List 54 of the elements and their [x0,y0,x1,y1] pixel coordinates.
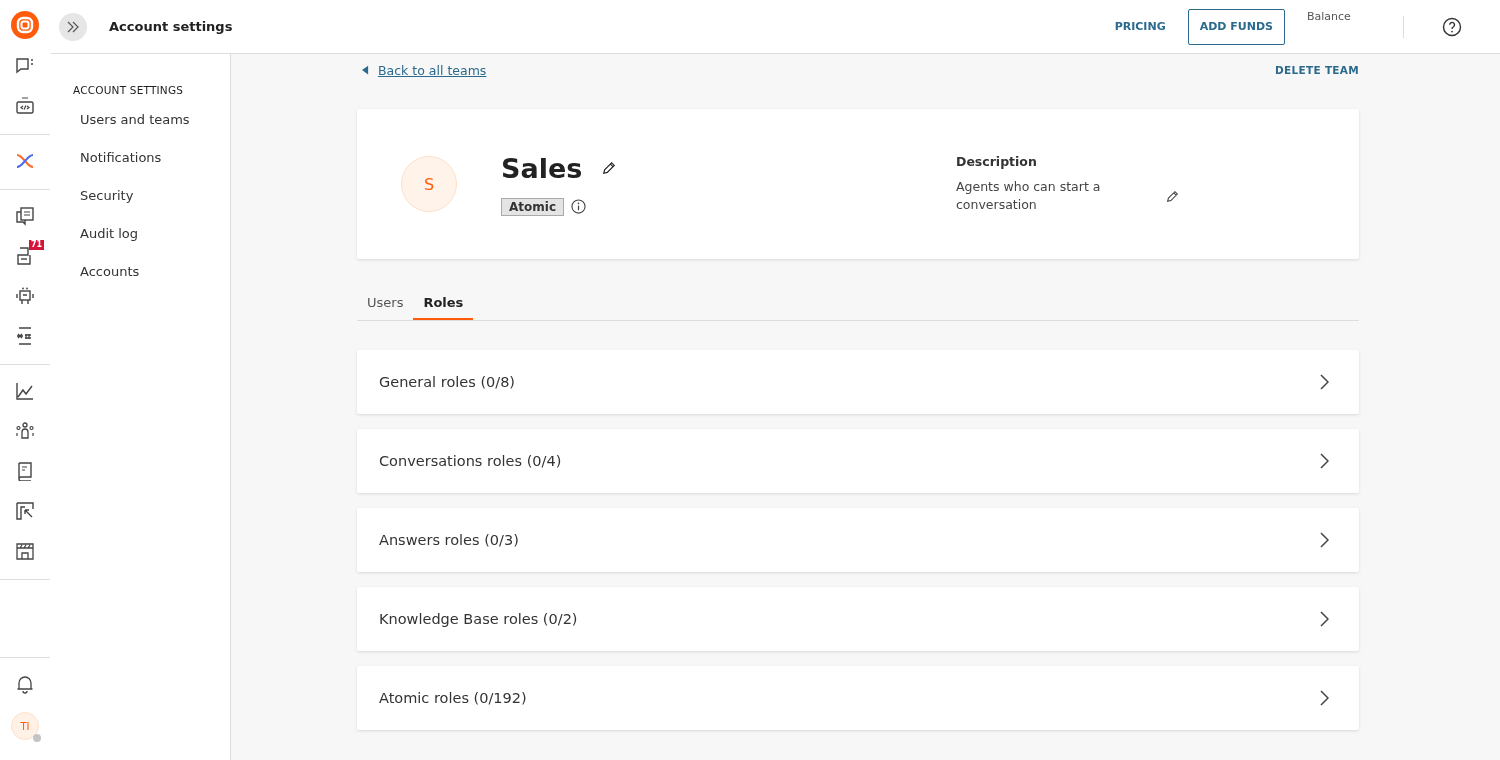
role-group-label: Conversations roles (0/4) [379,453,562,469]
logo-icon[interactable] [10,10,40,40]
chevron-right-icon [1319,374,1329,390]
chart-icon[interactable] [15,381,35,401]
people-icon[interactable] [15,421,35,441]
description-label: Description [956,154,1038,169]
tab[interactable]: Users [357,287,414,320]
crossed-curves-icon[interactable] [15,151,35,171]
chat-icon[interactable] [15,56,35,76]
pricing-link[interactable]: PRICING [1114,20,1166,33]
status-dot [33,734,41,742]
page-title: Account settings [109,19,233,34]
team-name: Sales [501,152,583,184]
store-icon[interactable] [15,541,35,561]
edit-icon[interactable] [1166,189,1179,203]
count-badge: 71 [29,240,45,250]
delete-team-link[interactable]: DELETE TEAM [1275,64,1359,76]
frame-arrow-icon[interactable] [15,501,35,521]
documents-icon[interactable] [15,206,35,226]
code-icon[interactable] [15,96,35,116]
info-icon[interactable] [571,199,586,214]
role-group-label: Atomic roles (0/192) [379,690,527,706]
expand-button[interactable] [59,12,87,41]
role-group-row[interactable]: Conversations roles (0/4) [357,429,1359,493]
role-group-label: General roles (0/8) [379,374,516,390]
role-group-label: Answers roles (0/3) [379,532,519,548]
role-group-row[interactable]: Atomic roles (0/192) [357,666,1359,730]
edit-icon[interactable] [602,161,617,175]
add-funds-button[interactable]: ADD FUNDS [1187,8,1285,45]
chevron-right-icon [1319,532,1329,548]
role-group-row[interactable]: Answers roles (0/3) [357,508,1359,572]
chevron-right-icon [1319,453,1329,469]
balance-label: Balance [1307,10,1352,23]
book-icon[interactable] [15,461,35,481]
chevron-right-icon [1319,690,1329,706]
sidebar-item[interactable]: Accounts [51,262,230,300]
role-group-row[interactable]: Knowledge Base roles (0/2) [357,587,1359,651]
role-group-label: Knowledge Base roles (0/2) [379,611,578,627]
chevron-right-icon [1319,611,1329,627]
description-text: Agents who can start a conversation [956,178,1102,214]
sidebar-item[interactable]: Notifications [51,148,230,186]
caret-left-icon [362,65,369,75]
bell-icon[interactable] [15,674,35,694]
tab[interactable]: Roles [413,287,474,320]
sidebar-item[interactable]: Audit log [51,224,230,262]
help-icon[interactable] [1442,16,1462,37]
back-link[interactable]: Back to all teams [357,62,487,78]
sidebar-item[interactable]: Security [51,186,230,224]
role-group-row[interactable]: General roles (0/8) [357,350,1359,414]
team-type-tag: Atomic [501,197,564,216]
robot-icon[interactable] [15,286,35,306]
sidebar-heading: ACCOUNT SETTINGS [72,84,185,96]
team-avatar: S [401,156,457,212]
sidebar-item[interactable]: Users and teams [51,110,230,148]
